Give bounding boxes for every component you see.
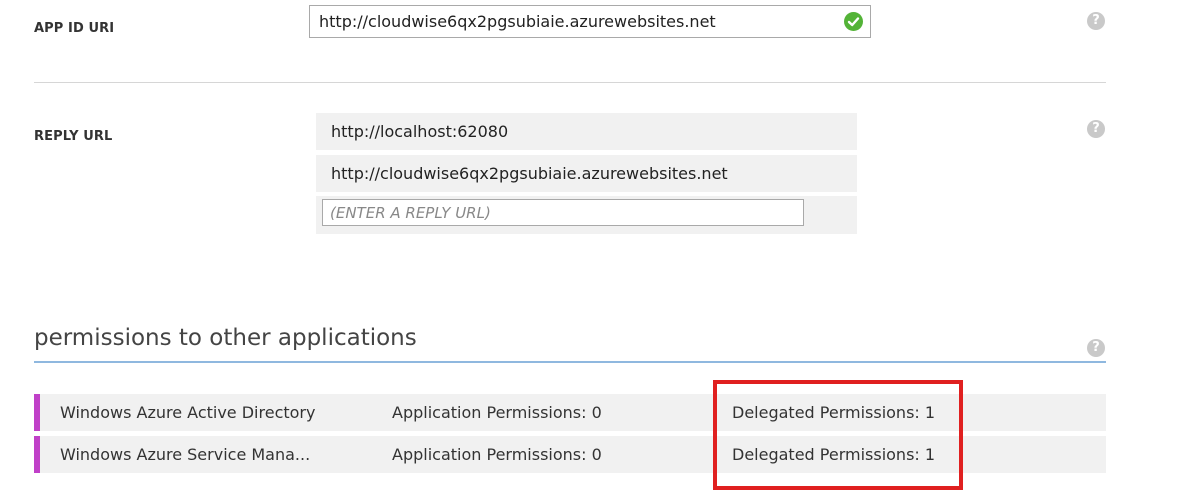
help-question-icon[interactable]: ?: [1087, 339, 1105, 357]
permission-row[interactable]: Windows Azure Service Mana... Applicatio…: [34, 436, 1106, 473]
permissions-heading: permissions to other applications: [34, 325, 417, 351]
permission-row-accent: [34, 436, 40, 473]
permission-row[interactable]: Windows Azure Active Directory Applicati…: [34, 394, 1106, 431]
reply-url-item[interactable]: http://cloudwise6qx2pgsubiaie.azurewebsi…: [316, 155, 857, 192]
permissions-heading-rule: [34, 361, 1106, 363]
app-id-uri-input[interactable]: http://cloudwise6qx2pgsubiaie.azurewebsi…: [309, 5, 871, 38]
reply-url-label: REPLY URL: [34, 129, 113, 144]
permission-app-name[interactable]: Windows Azure Service Mana...: [60, 436, 310, 473]
delegated-permissions-count[interactable]: Delegated Permissions: 1: [732, 436, 935, 473]
application-permissions-count[interactable]: Application Permissions: 0: [392, 394, 602, 431]
application-permissions-count[interactable]: Application Permissions: 0: [392, 436, 602, 473]
delegated-permissions-count[interactable]: Delegated Permissions: 1: [732, 394, 935, 431]
reply-url-item[interactable]: http://localhost:62080: [316, 113, 857, 150]
help-question-icon[interactable]: ?: [1087, 120, 1105, 138]
permission-app-name[interactable]: Windows Azure Active Directory: [60, 394, 315, 431]
section-divider: [34, 82, 1106, 83]
permission-row-accent: [34, 394, 40, 431]
app-id-uri-value: http://cloudwise6qx2pgsubiaie.azurewebsi…: [319, 12, 716, 31]
reply-url-input[interactable]: [322, 199, 804, 226]
help-question-icon[interactable]: ?: [1087, 12, 1105, 30]
check-circle-icon: [844, 12, 863, 31]
reply-url-new-row: [316, 196, 857, 234]
app-id-uri-label: APP ID URI: [34, 21, 115, 36]
